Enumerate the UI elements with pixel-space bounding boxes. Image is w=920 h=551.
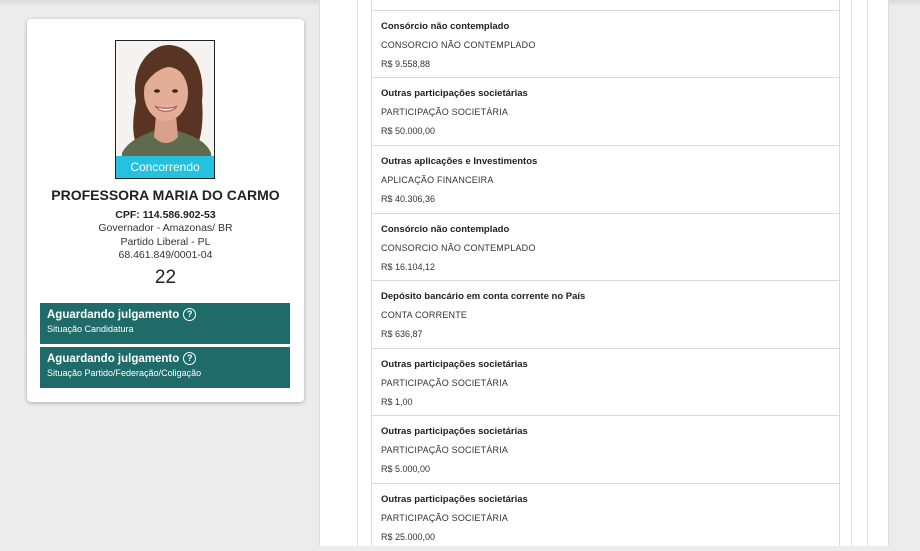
asset-title: Outras participações societárias <box>381 359 528 370</box>
status-box-partido: Aguardando julgamento ? Situação Partido… <box>40 347 290 388</box>
asset-value: R$ 40.306,36 <box>381 194 436 204</box>
asset-item: Outras participações societárias PARTICI… <box>372 483 839 551</box>
asset-title: Consórcio não contemplado <box>381 224 510 235</box>
assets-list: Consórcio não contemplado CONSORCIO NÃO … <box>371 0 840 546</box>
asset-type: CONSORCIO NÃO CONTEMPLADO <box>381 40 536 50</box>
asset-value: R$ 1,00 <box>381 397 413 407</box>
candidate-photo: Concorrendo <box>115 40 215 179</box>
asset-item: Outras participações societárias PARTICI… <box>372 77 839 145</box>
asset-item: Consórcio não contemplado CONSORCIO NÃO … <box>372 10 839 78</box>
asset-title: Outras aplicações e Investimentos <box>381 156 538 167</box>
candidate-name: PROFESSORA MARIA DO CARMO <box>51 187 280 203</box>
candidate-partido: Partido Liberal - PL <box>120 236 211 248</box>
asset-type: CONTA CORRENTE <box>381 310 468 320</box>
candidate-status-strip: Concorrendo <box>116 156 214 178</box>
asset-item: Outras participações societárias PARTICI… <box>372 348 839 416</box>
candidate-cargo: Governador - Amazonas/ BR <box>98 222 233 234</box>
asset-type: APLICAÇÃO FINANCEIRA <box>381 175 494 185</box>
asset-value: R$ 16.104,12 <box>381 262 436 272</box>
asset-title: Outras participações societárias <box>381 426 528 437</box>
candidate-card: Concorrendo PROFESSORA MARIA DO CARMO CP… <box>27 19 304 402</box>
candidate-number: 22 <box>154 267 177 288</box>
asset-type: PARTICIPAÇÃO SOCIETÁRIA <box>381 513 509 523</box>
status-subtitle: Situação Candidatura <box>47 324 134 334</box>
question-circle-icon[interactable]: ? <box>183 308 197 321</box>
asset-title: Depósito bancário em conta corrente no P… <box>381 291 586 302</box>
asset-value: R$ 50.000,00 <box>381 126 436 136</box>
asset-type: PARTICIPAÇÃO SOCIETÁRIA <box>381 445 509 455</box>
asset-value: R$ 5.000,00 <box>381 464 431 474</box>
asset-value: R$ 25.000,00 <box>381 532 436 542</box>
status-title: Aguardando julgamento <box>47 352 180 365</box>
asset-item: Outras participações societárias PARTICI… <box>372 415 839 483</box>
panel-divider <box>867 0 868 546</box>
asset-type: CONSORCIO NÃO CONTEMPLADO <box>381 243 536 253</box>
status-box-candidatura: Aguardando julgamento ? Situação Candida… <box>40 303 290 344</box>
asset-type: PARTICIPAÇÃO SOCIETÁRIA <box>381 378 509 388</box>
asset-value: R$ 9.558,88 <box>381 59 431 69</box>
panel-divider <box>851 0 852 546</box>
question-circle-icon[interactable]: ? <box>183 352 197 365</box>
asset-value: R$ 636,87 <box>381 329 423 339</box>
asset-type: PARTICIPAÇÃO SOCIETÁRIA <box>381 107 509 117</box>
status-subtitle: Situação Partido/Federação/Coligação <box>47 368 202 378</box>
status-title: Aguardando julgamento <box>47 308 180 321</box>
candidate-cpf: CPF: 114.586.902-53 <box>115 209 216 221</box>
panel-divider <box>357 0 358 546</box>
asset-item: Outras aplicações e Investimentos APLICA… <box>372 145 839 213</box>
candidate-cnpj: 68.461.849/0001-04 <box>118 249 213 261</box>
asset-item: Consórcio não contemplado CONSORCIO NÃO … <box>372 213 839 281</box>
asset-title: Outras participações societárias <box>381 88 528 99</box>
asset-title: Consórcio não contemplado <box>381 21 510 32</box>
asset-title: Outras participações societárias <box>381 494 528 505</box>
asset-item: Depósito bancário em conta corrente no P… <box>372 280 839 348</box>
